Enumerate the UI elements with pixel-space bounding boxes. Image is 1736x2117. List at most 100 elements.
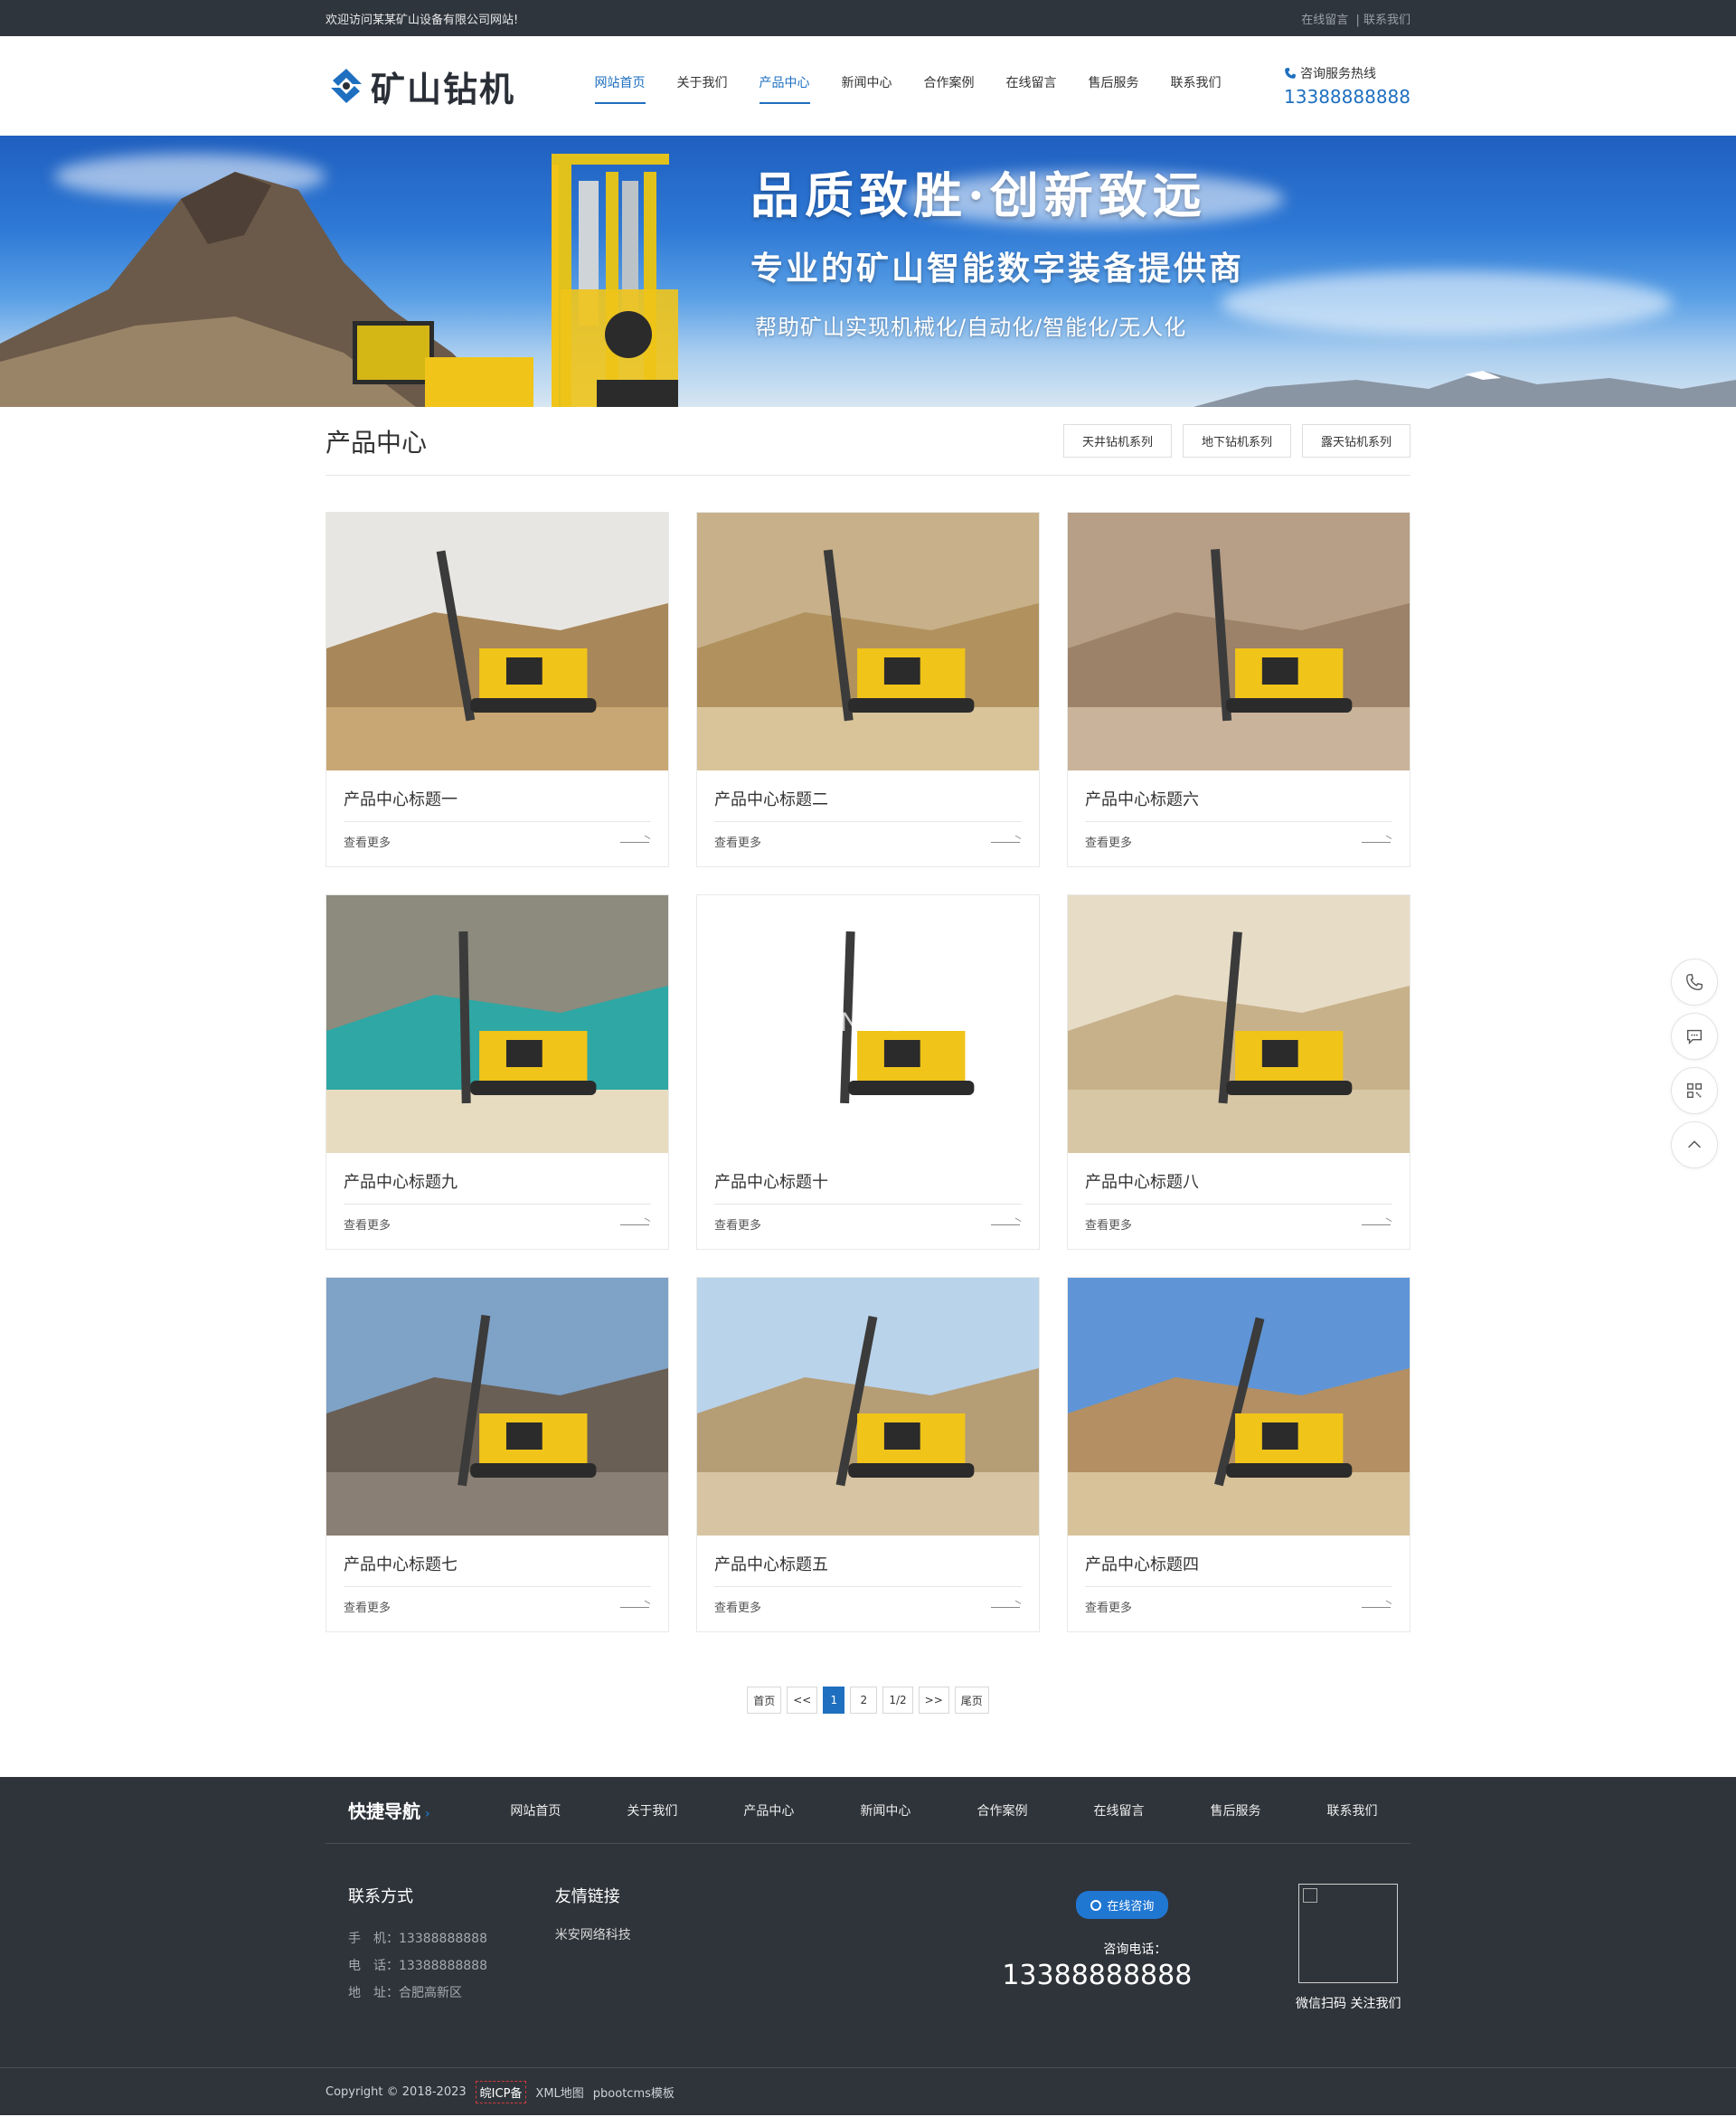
product-image[interactable] [697, 1278, 1039, 1536]
view-more-link[interactable]: 查看更多 [1085, 833, 1132, 850]
chat-bubble-icon [1686, 1029, 1703, 1044]
section-header: 产品中心 天井钻机系列 地下钻机系列 露天钻机系列 [326, 407, 1410, 476]
product-card-body: 产品中心标题五 查看更多 [697, 1536, 1039, 1631]
arrow-right-icon [620, 1603, 651, 1611]
footer-contact-title: 联系方式 [348, 1887, 413, 1906]
product-card[interactable]: 产品中心标题七 查看更多 [326, 1277, 669, 1632]
arrow-right-icon [1362, 1221, 1392, 1228]
product-image[interactable] [326, 1278, 668, 1536]
view-more-link[interactable]: 查看更多 [714, 1215, 761, 1233]
product-more-row: 查看更多 [344, 1587, 651, 1631]
product-title[interactable]: 产品中心标题二 [714, 770, 1022, 822]
footer-nav-about[interactable]: 关于我们 [594, 1801, 711, 1819]
page-next[interactable]: >> [918, 1687, 949, 1714]
product-title[interactable]: 产品中心标题六 [1085, 770, 1392, 822]
view-more-link[interactable]: 查看更多 [714, 833, 761, 850]
side-qrcode-button[interactable] [1671, 1067, 1718, 1114]
product-title[interactable]: 产品中心标题四 [1085, 1536, 1392, 1587]
top-bar: 欢迎访问某某矿山设备有限公司网站! 在线留言 | 联系我们 [0, 0, 1736, 36]
footer-mobile: 手 机：13388888888 [348, 1932, 487, 1946]
product-card[interactable]: 产品中心标题八 查看更多 [1067, 894, 1410, 1250]
footer-nav-cases[interactable]: 合作案例 [944, 1801, 1061, 1819]
page-info: 1/2 [882, 1687, 913, 1714]
product-image[interactable] [326, 895, 668, 1153]
product-image[interactable] [1068, 513, 1410, 770]
product-image[interactable]: MIANWORK [697, 895, 1039, 1153]
footer-nav-news[interactable]: 新闻中心 [827, 1801, 944, 1819]
page-last[interactable]: 尾页 [954, 1687, 989, 1714]
top-link-contact[interactable]: 联系我们 [1363, 14, 1410, 27]
view-more-link[interactable]: 查看更多 [714, 1598, 761, 1615]
footer-qr: 微信扫码 关注我们 [1287, 1884, 1410, 2067]
product-card[interactable]: 产品中心标题一 查看更多 [326, 512, 669, 867]
product-more-row: 查看更多 [344, 822, 651, 866]
product-card[interactable]: MIANWORK 产品中心标题十 查看更多 [696, 894, 1040, 1250]
footer-info: 联系方式 手 机：13388888888 电 话：13388888888 地 址… [326, 1844, 1410, 2067]
arrow-right-icon [991, 1221, 1022, 1228]
site-logo[interactable]: 矿山钻机 [326, 61, 579, 111]
view-more-link[interactable]: 查看更多 [1085, 1598, 1132, 1615]
product-image[interactable] [326, 513, 668, 770]
footer-friend-link[interactable]: 米安网络科技 [555, 1928, 631, 1942]
banner-cloud [1221, 271, 1673, 335]
arrow-right-icon [991, 1603, 1022, 1611]
product-image[interactable] [1068, 1278, 1410, 1536]
back-to-top-button[interactable] [1671, 1121, 1718, 1168]
nav-cases[interactable]: 合作案例 [908, 68, 990, 104]
product-title[interactable]: 产品中心标题一 [344, 770, 651, 822]
page-1[interactable]: 1 [823, 1687, 845, 1714]
hotline-number: 13388888888 [1284, 86, 1410, 108]
icp-link[interactable]: 皖ICP备 [475, 2080, 527, 2103]
logo-text: 矿山钻机 [371, 68, 516, 109]
nav-about[interactable]: 关于我们 [661, 68, 743, 104]
product-card[interactable]: 产品中心标题九 查看更多 [326, 894, 669, 1250]
product-card[interactable]: 产品中心标题六 查看更多 [1067, 512, 1410, 867]
side-message-button[interactable] [1671, 1013, 1718, 1060]
footer-nav-message[interactable]: 在线留言 [1061, 1801, 1177, 1819]
template-link[interactable]: pbootcms模板 [593, 2084, 675, 2101]
page-first[interactable]: 首页 [747, 1687, 782, 1714]
category-filters: 天井钻机系列 地下钻机系列 露天钻机系列 [1062, 424, 1410, 458]
product-title[interactable]: 产品中心标题八 [1085, 1153, 1392, 1205]
view-more-link[interactable]: 查看更多 [344, 1598, 391, 1615]
nav-news[interactable]: 新闻中心 [826, 68, 908, 104]
product-card[interactable]: 产品中心标题二 查看更多 [696, 512, 1040, 867]
product-image[interactable] [1068, 895, 1410, 1153]
product-image[interactable] [697, 513, 1039, 770]
nav-service[interactable]: 售后服务 [1072, 68, 1155, 104]
top-link-message[interactable]: 在线留言 [1301, 14, 1348, 27]
product-card[interactable]: 产品中心标题五 查看更多 [696, 1277, 1040, 1632]
category-surface[interactable]: 露天钻机系列 [1301, 424, 1410, 458]
online-consult-button[interactable]: 在线咨询 [1076, 1891, 1169, 1919]
footer-nav-home[interactable]: 网站首页 [477, 1801, 594, 1819]
category-raise-boring[interactable]: 天井钻机系列 [1062, 424, 1172, 458]
nav-message[interactable]: 在线留言 [990, 68, 1072, 104]
page-2[interactable]: 2 [850, 1687, 878, 1714]
view-more-link[interactable]: 查看更多 [344, 833, 391, 850]
product-title[interactable]: 产品中心标题十 [714, 1153, 1022, 1205]
nav-home[interactable]: 网站首页 [579, 68, 661, 104]
footer-nav-products[interactable]: 产品中心 [711, 1801, 827, 1819]
header: 矿山钻机 网站首页 关于我们 产品中心 新闻中心 合作案例 在线留言 售后服务 … [0, 36, 1736, 136]
footer-nav-service[interactable]: 售后服务 [1177, 1801, 1294, 1819]
view-more-link[interactable]: 查看更多 [1085, 1215, 1132, 1233]
phone-icon [1285, 68, 1296, 79]
product-card-body: 产品中心标题八 查看更多 [1068, 1153, 1410, 1249]
product-title[interactable]: 产品中心标题九 [344, 1153, 651, 1205]
side-phone-button[interactable] [1671, 959, 1718, 1006]
view-more-link[interactable]: 查看更多 [344, 1215, 391, 1233]
product-title[interactable]: 产品中心标题七 [344, 1536, 651, 1587]
footer: 快捷导航 网站首页 关于我们 产品中心 新闻中心 合作案例 在线留言 售后服务 … [0, 1777, 1736, 2115]
top-link-separator: | [1355, 13, 1360, 27]
page-prev[interactable]: << [787, 1687, 818, 1714]
footer-nav-contact[interactable]: 联系我们 [1294, 1801, 1410, 1819]
nav-contact[interactable]: 联系我们 [1155, 68, 1237, 104]
nav-products[interactable]: 产品中心 [743, 68, 826, 104]
sitemap-link[interactable]: XML地图 [535, 2087, 583, 2101]
banner-subtitle: 专业的矿山智能数字装备提供商 [750, 250, 1245, 288]
arrow-right-icon [1362, 838, 1392, 846]
product-card[interactable]: 产品中心标题四 查看更多 [1067, 1277, 1410, 1632]
footer-phone: 电 话：13388888888 [348, 1959, 487, 1973]
product-title[interactable]: 产品中心标题五 [714, 1536, 1022, 1587]
category-underground[interactable]: 地下钻机系列 [1182, 424, 1291, 458]
